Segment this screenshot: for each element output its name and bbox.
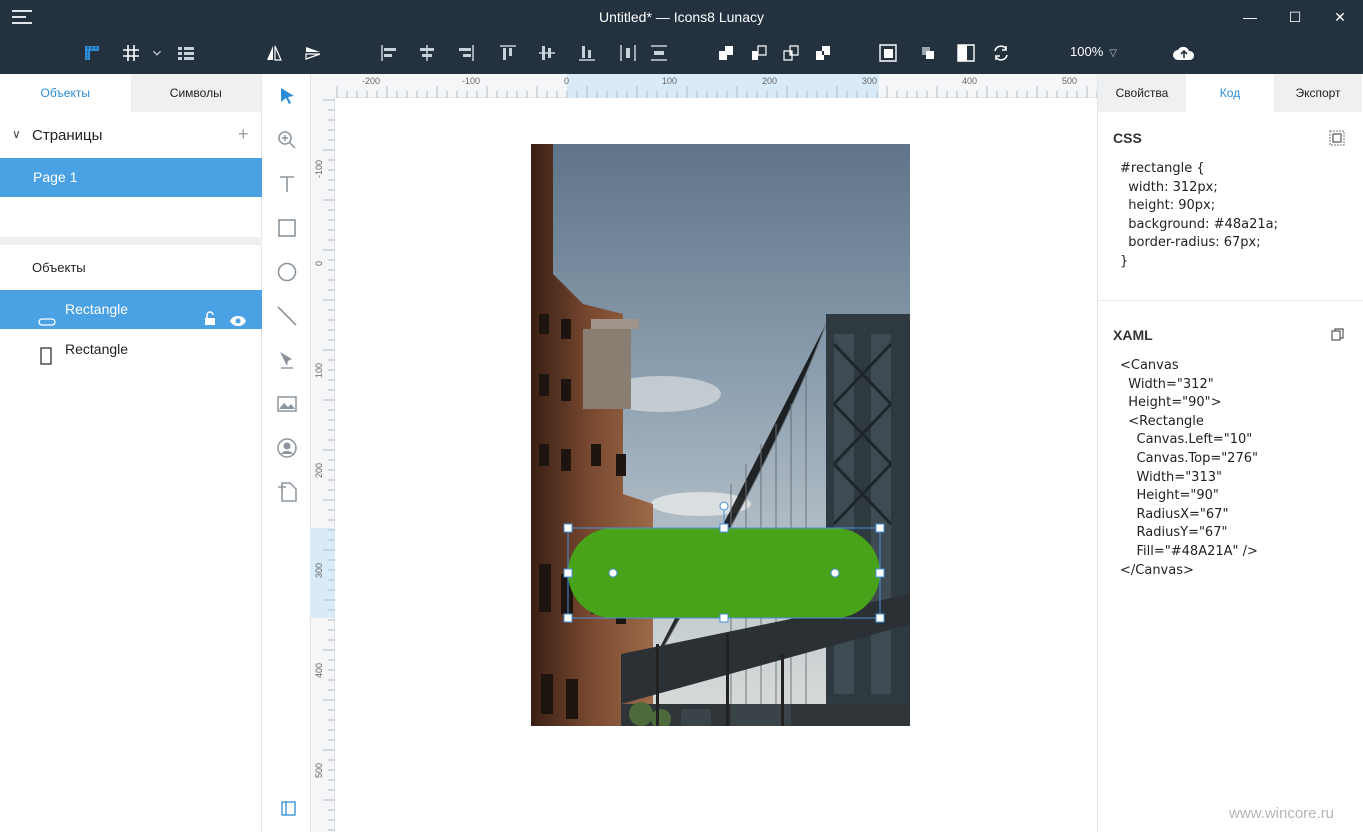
layer-label: Rectangle — [65, 341, 129, 357]
right-panel: Свойства Код Экспорт CSS #rectangle { wi… — [1097, 74, 1363, 832]
add-page-button[interactable]: + — [238, 124, 249, 145]
difference-icon[interactable] — [812, 42, 834, 64]
zoom-tool-icon[interactable] — [275, 128, 299, 152]
tab-symbols[interactable]: Символы — [130, 74, 261, 112]
ruler-label: 400 — [314, 662, 324, 678]
oval-tool-icon[interactable] — [275, 260, 299, 284]
ruler-label: 200 — [762, 76, 778, 86]
text-tool-icon[interactable] — [275, 172, 299, 196]
rectangle-tool-icon[interactable] — [275, 216, 299, 240]
css-code[interactable]: #rectangle { width: 312px; height: 90px;… — [1120, 160, 1278, 272]
ruler-label: 300 — [862, 76, 878, 86]
pages-header: ∨ Страницы + — [0, 124, 262, 148]
line-tool-icon[interactable] — [275, 304, 299, 328]
tools-column — [263, 74, 311, 832]
cloud-upload-icon[interactable] — [1171, 42, 1197, 64]
align-middle-icon[interactable] — [536, 42, 558, 64]
flip-horizontal-icon[interactable] — [263, 42, 285, 64]
ruler-label: 0 — [314, 260, 324, 266]
ruler-label: 300 — [314, 562, 324, 578]
ruler-label: 500 — [1062, 76, 1078, 86]
align-top-icon[interactable] — [497, 42, 519, 64]
rotate-icon[interactable] — [990, 42, 1012, 64]
intersect-icon[interactable] — [780, 42, 802, 64]
invert-icon[interactable] — [955, 42, 977, 64]
flatten-icon[interactable] — [917, 42, 939, 64]
window-title: Untitled* — Icons8 Lunacy — [599, 9, 764, 25]
ruler-label: 500 — [314, 762, 324, 778]
panel-splitter[interactable] — [0, 237, 262, 245]
zoom-select[interactable]: 100% ▽ — [1070, 44, 1117, 59]
title-bar: Untitled* — Icons8 Lunacy — ☐ ✕ 100% ▽ — [0, 0, 1363, 74]
css-section-title: CSS — [1113, 130, 1142, 146]
section-divider — [1098, 300, 1363, 301]
copy-xaml-icon[interactable] — [1331, 328, 1344, 341]
copy-css-icon[interactable] — [1329, 130, 1345, 146]
rectangle-icon — [40, 341, 52, 380]
distribute-vertical-icon[interactable] — [648, 42, 670, 64]
artboard-tool-icon[interactable] — [275, 480, 299, 504]
align-right-icon[interactable] — [455, 42, 477, 64]
avatar-tool-icon[interactable] — [275, 436, 299, 460]
ruler-label: -100 — [462, 76, 481, 86]
align-left-icon[interactable] — [378, 42, 400, 64]
layout-grid-icon[interactable] — [175, 42, 197, 64]
xaml-code[interactable]: <Canvas Width="312" Height="90"> <Rectan… — [1120, 357, 1258, 580]
select-tool-icon[interactable] — [275, 84, 299, 108]
layer-item-rectangle-selected[interactable]: Rectangle — [0, 290, 262, 329]
ruler-label: 0 — [564, 76, 570, 86]
eye-icon[interactable] — [229, 303, 247, 326]
watermark: www.wincore.ru — [1229, 805, 1335, 822]
unlock-icon[interactable] — [203, 302, 217, 325]
ruler-label: 200 — [314, 462, 324, 478]
image-tool-icon[interactable] — [275, 392, 299, 416]
tab-objects[interactable]: Объекты — [0, 74, 131, 112]
subtract-icon[interactable] — [748, 42, 770, 64]
tab-code[interactable]: Код — [1186, 74, 1274, 112]
ruler-icon[interactable] — [81, 42, 103, 64]
zoom-value: 100% — [1070, 44, 1104, 59]
ruler-label: -100 — [314, 159, 324, 178]
tab-export[interactable]: Экспорт — [1274, 74, 1362, 112]
pages-header-label: Страницы — [32, 127, 103, 144]
artboard-photo[interactable] — [531, 144, 910, 726]
panel-toggle-icon[interactable] — [281, 801, 296, 816]
chevron-down-icon[interactable] — [148, 42, 166, 64]
ruler-corner — [311, 74, 335, 98]
pen-tool-icon[interactable] — [275, 348, 299, 372]
right-tabs: Свойства Код Экспорт — [1098, 74, 1363, 112]
ruler-label: 100 — [662, 76, 678, 86]
xaml-section-title: XAML — [1113, 327, 1153, 343]
layer-item-rectangle[interactable]: Rectangle — [0, 330, 262, 369]
maximize-button[interactable]: ☐ — [1281, 6, 1309, 28]
flip-vertical-icon[interactable] — [302, 42, 324, 64]
grid-icon[interactable] — [120, 42, 142, 64]
mask-icon[interactable] — [877, 42, 899, 64]
align-bottom-icon[interactable] — [576, 42, 598, 64]
layer-label: Rectangle — [65, 301, 129, 317]
minimize-button[interactable]: — — [1236, 6, 1264, 28]
ruler-label: -200 — [362, 76, 381, 86]
tab-properties[interactable]: Свойства — [1098, 74, 1186, 112]
objects-header: Объекты — [32, 260, 86, 275]
union-icon[interactable] — [715, 42, 737, 64]
ruler-label: 400 — [962, 76, 978, 86]
close-button[interactable]: ✕ — [1326, 6, 1354, 28]
horizontal-ruler[interactable]: -200 -100 0 100 200 300 400 500 — [335, 74, 1097, 98]
left-tabs: Объекты Символы — [0, 74, 261, 112]
chevron-down-icon[interactable]: ∨ — [12, 127, 21, 141]
left-panel: Объекты Символы ∨ Страницы + Page 1 Объе… — [0, 74, 262, 832]
ruler-label: 100 — [314, 362, 324, 378]
page-item-1[interactable]: Page 1 — [0, 158, 262, 197]
align-center-icon[interactable] — [416, 42, 438, 64]
canvas-area[interactable]: -200 -100 0 100 200 300 400 500 -100 0 1… — [311, 74, 1097, 832]
vertical-ruler[interactable]: -100 0 100 200 300 400 500 — [311, 98, 335, 832]
distribute-horizontal-icon[interactable] — [617, 42, 639, 64]
chevron-down-icon: ▽ — [1109, 48, 1117, 59]
